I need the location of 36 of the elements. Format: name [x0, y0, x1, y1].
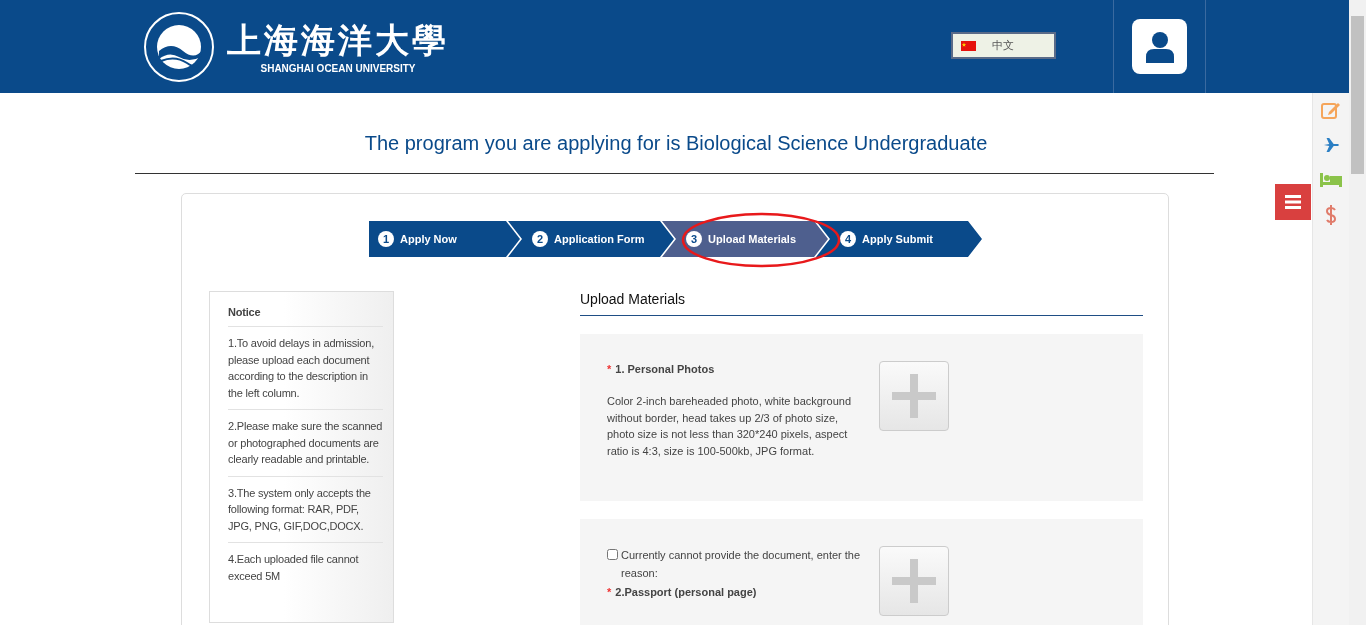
document-title: 2.Passport (personal page)	[615, 586, 757, 598]
university-emblem-icon	[143, 10, 215, 83]
notice-text: 4.Each uploaded file cannot exceed 5M	[228, 552, 360, 584]
required-asterisk: *	[607, 586, 612, 598]
required-asterisk: *	[607, 363, 612, 375]
program-title: The program you are applying for is Biological Science Undergraduate	[363, 131, 989, 156]
progress-step[interactable]: 2 Application Form	[508, 221, 674, 257]
menu-button[interactable]	[1275, 184, 1311, 220]
flag-icon	[961, 40, 976, 51]
checkbox[interactable]	[607, 549, 618, 560]
university-name-english: SHANGHAI OCEAN UNIVERSITY	[260, 63, 416, 74]
section-heading: Upload Materials	[580, 291, 1143, 316]
notice-text: 1.To avoid delays in admission, please upload each document according to the description in the left column.	[228, 327, 383, 410]
university-name-chinese: 上海海洋大學	[227, 19, 449, 61]
plus-icon	[892, 559, 936, 603]
upload-button[interactable]	[879, 361, 949, 431]
notice-text: 3.The system only accepts the following format: RAR, PDF, JPG, PNG, GIF,DOC,DOCX.	[228, 476, 383, 543]
plus-icon	[892, 374, 936, 418]
progress-step[interactable]: 4 Apply Submit	[816, 221, 982, 257]
progress-step[interactable]: 3 Upload Materials	[662, 221, 828, 257]
document-title: 1. Personal Photos	[615, 363, 715, 375]
upload-button[interactable]	[879, 546, 949, 616]
notice-heading: Notice	[228, 306, 383, 327]
bed-icon[interactable]	[1320, 171, 1342, 187]
document-description: Color 2-inch bareheaded photo, white background without border, head takes up 2/3 of photo size, photo size is not less than 320*240 pixels, aspect ratio is 4:3, size is 100-500kb, JPG format.	[607, 394, 852, 459]
progress-step[interactable]: 1 Apply Now	[369, 221, 520, 257]
dollar-icon[interactable]	[1325, 205, 1337, 225]
menu-icon	[1285, 195, 1301, 209]
user-icon	[1144, 30, 1175, 63]
scrollbar-thumb[interactable]	[1351, 16, 1364, 174]
notice-text: 2.Please make sure the scanned or photographed documents are clearly readable and printable.	[228, 410, 383, 477]
edit-icon[interactable]	[1321, 101, 1341, 119]
language-selector[interactable]: 中文	[951, 32, 1056, 59]
checkbox-label: Currently cannot provide the document, enter the reason:	[621, 548, 862, 581]
scrollbar[interactable]	[1349, 0, 1366, 625]
user-account-button[interactable]	[1132, 19, 1187, 74]
